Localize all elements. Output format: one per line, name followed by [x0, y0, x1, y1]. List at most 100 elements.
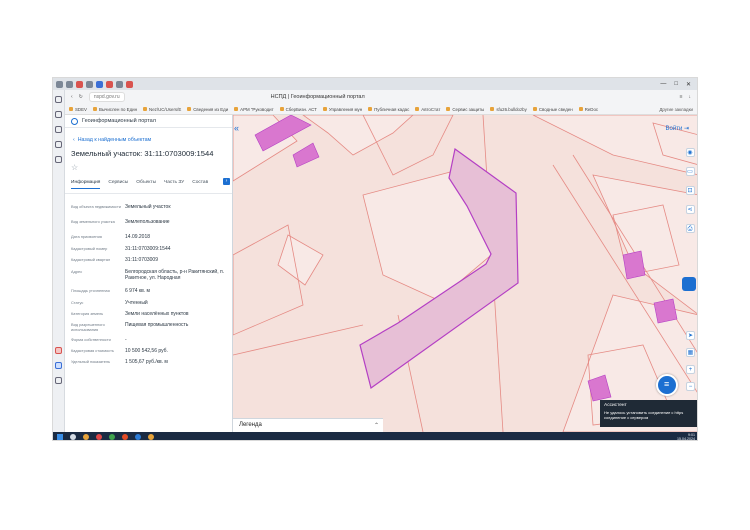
attribute-key: Категория земель	[71, 310, 104, 316]
start-menu-icon[interactable]	[57, 434, 63, 440]
locate-icon[interactable]: ➤	[686, 331, 695, 340]
attribute-row: Удельный показатель 1 505,67 руб./кв. м	[71, 359, 232, 365]
legend-bar[interactable]: Легенда ⌃	[233, 418, 383, 432]
tab-composition[interactable]: Состав	[192, 180, 208, 188]
attribute-value: Землепользование	[125, 219, 170, 226]
minimize-icon[interactable]: —	[660, 81, 666, 88]
maximize-icon[interactable]: □	[674, 81, 678, 88]
history-icon[interactable]	[55, 96, 62, 103]
downloads-icon[interactable]	[55, 126, 62, 133]
mail-icon[interactable]	[55, 347, 62, 354]
attribute-key: Кадастровая стоимость	[71, 348, 114, 354]
browser-tab-icon[interactable]	[76, 80, 83, 88]
outlook-icon[interactable]	[135, 434, 141, 440]
bookmark-item[interactable]: АвтоСтат	[415, 107, 440, 112]
attribute-row: Форма собственности -	[71, 337, 232, 343]
bookmark-item[interactable]: sfu26.bulldozby	[490, 107, 527, 112]
printer-icon[interactable]: ⎙	[685, 224, 695, 233]
bookmarks-bar: SDEV Вычислен по Един Nez/UC/Users/E Све…	[65, 104, 697, 115]
tabs-next-icon[interactable]: ›	[223, 178, 230, 185]
assistant-panel-button[interactable]	[682, 277, 696, 291]
bookmark-item[interactable]: Управления мун	[323, 107, 362, 112]
reload-icon[interactable]: ↻	[79, 94, 83, 100]
login-button[interactable]: Войти ⇥	[666, 125, 690, 132]
cadastral-map[interactable]	[233, 115, 697, 432]
other-bookmarks[interactable]: Другие закладки	[659, 107, 697, 112]
bookmark-item[interactable]: Сервис защиты	[446, 107, 484, 112]
browser-icon[interactable]	[96, 434, 102, 440]
search-icon[interactable]	[70, 434, 76, 440]
browser-tabstrip: — □ ✕	[53, 78, 697, 90]
bookmark-item[interactable]: СберБизн. АСТ	[280, 107, 317, 112]
bookmark-item[interactable]: АРМ "Руководит	[234, 107, 273, 112]
attribute-row: Статус Учтенный	[71, 300, 232, 306]
messenger-icon[interactable]	[55, 362, 62, 369]
bookmark-item[interactable]: Вычислен по Един	[93, 107, 137, 112]
yandex-icon[interactable]	[122, 434, 128, 440]
attribute-row: Дата присвоения 14.09.2018	[71, 234, 232, 240]
measure-icon[interactable]: ⊡	[685, 186, 695, 195]
attribute-key: Форма собственности	[71, 337, 111, 343]
layers-icon[interactable]: ◉	[685, 148, 695, 157]
attribute-row: Площадь уточненная 6 974 кв. м	[71, 288, 232, 294]
bookmark-item[interactable]: Nez/UC/Users/E	[143, 107, 181, 112]
url-field[interactable]: nspd.gov.ru	[88, 92, 125, 102]
attribute-value: 31:11:0703009	[125, 256, 158, 263]
bookmark-item[interactable]: Сведения из Еди	[187, 107, 228, 112]
portal-name: Геоинформационный портал	[82, 118, 156, 124]
attribute-key: Дата присвоения	[71, 234, 102, 240]
bookmark-item[interactable]: Публичная кадас	[368, 107, 409, 112]
bookmark-item[interactable]: SDEV	[69, 107, 87, 112]
settings-icon[interactable]	[55, 377, 62, 384]
print-layout-icon[interactable]: ▭	[685, 167, 695, 176]
chrome-icon[interactable]	[109, 434, 115, 440]
firefox-icon[interactable]	[148, 434, 154, 440]
bookmark-item[interactable]: ReDoc	[579, 107, 598, 112]
info-tabs: Информация Сервисы Объекты Часть ЗУ Сост…	[65, 172, 232, 194]
download-icon[interactable]: ↓	[689, 94, 692, 100]
attribute-row: Вид земельного участка Землепользование	[71, 219, 232, 225]
back-link-label: Назад к найденным объектам	[77, 137, 152, 143]
taskbar-clock[interactable]: 9:01 15.04.2024	[677, 433, 697, 440]
object-title: Земельный участок: 31:11:0703009:1544	[71, 149, 214, 158]
zoom-in-icon[interactable]: +	[686, 365, 695, 374]
attribute-key: Удельный показатель	[71, 359, 111, 365]
browser-tab-icon[interactable]	[106, 80, 113, 88]
address-bar: ‹ ↻ nspd.gov.ru НСПД | Геоинформационный…	[65, 90, 697, 104]
favorite-star-icon[interactable]: ☆	[65, 158, 232, 172]
bookmark-item[interactable]: Сводные сведен	[533, 107, 573, 112]
file-explorer-icon[interactable]	[83, 434, 89, 440]
notes-icon[interactable]	[55, 141, 62, 148]
zoom-out-icon[interactable]: −	[686, 382, 695, 391]
assistant-fab-icon[interactable]	[656, 374, 678, 396]
chevron-up-icon[interactable]: ⌃	[374, 422, 379, 429]
toast-text: Не удалось установить соединение с https…	[604, 410, 684, 420]
browser-tab-icon[interactable]	[56, 80, 63, 88]
browser-tab-icon[interactable]	[86, 80, 93, 88]
back-to-results-link[interactable]: ‹ Назад к найденным объектам	[65, 128, 232, 143]
tab-services[interactable]: Сервисы	[108, 180, 128, 188]
portal-logo-icon[interactable]	[71, 117, 78, 125]
apps-icon[interactable]	[55, 156, 62, 163]
basemap-icon[interactable]: ▦	[686, 348, 695, 357]
legend-label: Легенда	[239, 422, 262, 428]
back-icon[interactable]: ‹	[71, 94, 73, 100]
browser-tab-icon[interactable]	[116, 80, 123, 88]
browser-tab-icon[interactable]	[66, 80, 73, 88]
attribute-value: Белгородская область, р-н Ракитянский, п…	[125, 269, 225, 282]
bookmarks-icon[interactable]	[55, 111, 62, 118]
attribute-key: Адрес	[71, 269, 83, 275]
tab-info[interactable]: Информация	[71, 180, 101, 189]
share-icon[interactable]: ⋖	[685, 205, 695, 214]
tab-objects[interactable]: Объекты	[136, 180, 156, 188]
assistant-toast[interactable]: Ассистент Не удалось установить соединен…	[600, 400, 697, 427]
attribute-row: Вид разрешенного использования Пищевая пр…	[71, 322, 232, 332]
browser-tab-icon[interactable]	[96, 80, 103, 88]
collapse-panel-icon[interactable]: «	[234, 123, 239, 133]
close-icon[interactable]: ✕	[686, 81, 691, 88]
attribute-row: Категория земель Земли населённых пунктов	[71, 311, 232, 317]
menu-icon[interactable]: ≡	[680, 94, 683, 100]
browser-tab-icon[interactable]	[126, 80, 133, 88]
tab-parcel-part[interactable]: Часть ЗУ	[164, 180, 184, 188]
attribute-value: -	[125, 337, 127, 344]
